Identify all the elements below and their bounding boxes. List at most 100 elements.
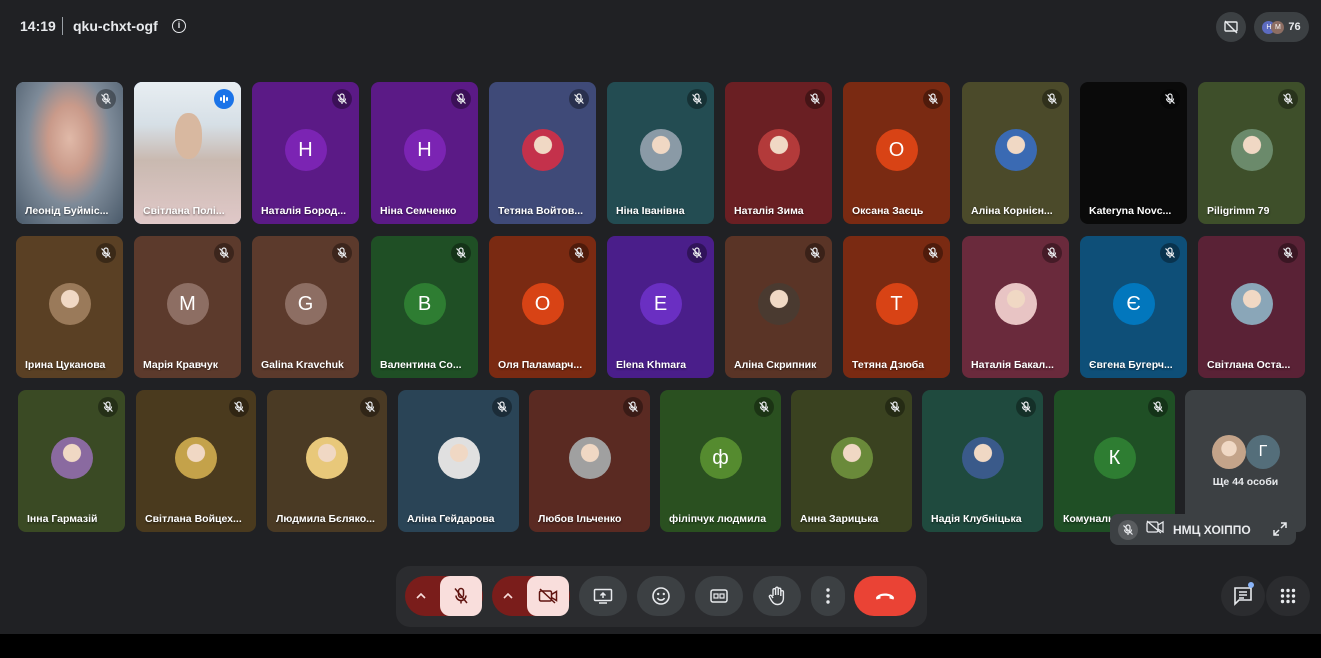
chat-button[interactable] bbox=[1221, 576, 1265, 616]
mic-off-icon bbox=[1160, 89, 1180, 109]
participant-name: Оля Паламарч... bbox=[498, 359, 583, 371]
participant-name: Валентина Со... bbox=[380, 359, 462, 371]
participant-initial-avatar: В bbox=[403, 283, 446, 325]
participant-name: Аліна Скрипник bbox=[734, 359, 817, 371]
mic-off-icon bbox=[805, 89, 825, 109]
participant-initial-avatar: Є bbox=[1112, 283, 1155, 325]
participant-tile[interactable]: Аліна Корнієн... bbox=[962, 82, 1069, 224]
participant-tile[interactable]: Леонід Буйміс... bbox=[16, 82, 123, 224]
mic-off-icon bbox=[360, 397, 380, 417]
video-options-button[interactable] bbox=[492, 576, 524, 616]
participant-tile[interactable]: G Galina Kravchuk bbox=[252, 236, 359, 378]
expand-icon[interactable] bbox=[1273, 522, 1287, 541]
participant-tile[interactable]: Kateryna Novc... bbox=[1080, 82, 1187, 224]
participant-name: Світлана Полі... bbox=[143, 205, 225, 217]
participant-photo-avatar bbox=[994, 283, 1037, 325]
participant-tile[interactable]: В Валентина Со... bbox=[371, 236, 478, 378]
info-icon[interactable]: i bbox=[172, 19, 186, 33]
participant-initial-avatar: О bbox=[875, 129, 918, 171]
participant-tile[interactable]: Інна Гармазій bbox=[18, 390, 125, 532]
participant-name: Наталія Бакал... bbox=[971, 359, 1054, 371]
participant-photo-avatar bbox=[639, 129, 682, 171]
more-options-button[interactable] bbox=[811, 576, 845, 616]
participants-button[interactable]: Н М 76 bbox=[1254, 12, 1309, 42]
participant-tile[interactable]: Надія Клубніцька bbox=[922, 390, 1043, 532]
camera-toggle-button[interactable] bbox=[527, 576, 569, 616]
participant-name: Інна Гармазій bbox=[27, 513, 98, 525]
participant-name: філіпчук людмила bbox=[669, 513, 767, 525]
participant-tile[interactable]: Н Ніна Семченко bbox=[371, 82, 478, 224]
mic-off-icon bbox=[332, 89, 352, 109]
participant-tile[interactable]: Ірина Цуканова bbox=[16, 236, 123, 378]
participant-name: Galina Kravchuk bbox=[261, 359, 344, 371]
raise-hand-button[interactable] bbox=[753, 576, 801, 616]
participant-name: Elena Khmara bbox=[616, 359, 687, 371]
participant-tile[interactable]: Анна Зарицька bbox=[791, 390, 912, 532]
participant-tile[interactable]: Світлана Войцех... bbox=[136, 390, 256, 532]
participant-tile[interactable]: Аліна Скрипник bbox=[725, 236, 832, 378]
participant-tile[interactable]: Е Elena Khmara bbox=[607, 236, 714, 378]
present-screen-button[interactable] bbox=[579, 576, 627, 616]
self-view[interactable]: НМЦ ХОІППО bbox=[1110, 514, 1296, 545]
apps-grid-icon bbox=[1280, 588, 1296, 604]
mic-toggle-button[interactable] bbox=[440, 576, 482, 616]
mic-off-icon bbox=[687, 89, 707, 109]
reactions-button[interactable] bbox=[637, 576, 685, 616]
present-icon bbox=[593, 588, 613, 604]
participant-name: Наталія Зима bbox=[734, 205, 804, 217]
participant-tile[interactable]: Аліна Гейдарова bbox=[398, 390, 519, 532]
more-participants-tile[interactable]: Г Ще 44 особи bbox=[1185, 390, 1306, 532]
participant-tile[interactable]: Т Тетяна Дзюба bbox=[843, 236, 950, 378]
participant-tile[interactable]: Є Євгена Бугерч... bbox=[1080, 236, 1187, 378]
hide-self-view-button[interactable] bbox=[1216, 12, 1246, 42]
participant-tile[interactable]: Н Наталія Бород... bbox=[252, 82, 359, 224]
participant-initial-avatar: G bbox=[284, 283, 327, 325]
participant-name: Kateryna Novc... bbox=[1089, 205, 1172, 217]
top-bar: 14:19 qku-chxt-ogf i Н М 76 bbox=[0, 0, 1321, 54]
participant-tile[interactable]: К Комунальн... bbox=[1054, 390, 1175, 532]
separator bbox=[62, 17, 63, 35]
participant-tile[interactable]: Ніна Іванівна bbox=[607, 82, 714, 224]
captions-button[interactable] bbox=[695, 576, 743, 616]
participant-photo-avatar bbox=[568, 437, 611, 479]
participant-tile[interactable]: М Марія Кравчук bbox=[134, 236, 241, 378]
unread-dot bbox=[1248, 582, 1254, 588]
participant-tile[interactable]: Тетяна Войтов... bbox=[489, 82, 596, 224]
control-bar bbox=[396, 566, 927, 627]
camera-off-icon bbox=[1146, 520, 1164, 539]
participant-initial-avatar: Г bbox=[1246, 435, 1280, 469]
participant-tile[interactable]: Світлана Оста... bbox=[1198, 236, 1305, 378]
participant-tile[interactable]: Любов Ільченко bbox=[529, 390, 650, 532]
audio-options-button[interactable] bbox=[405, 576, 437, 616]
participant-photo-avatar bbox=[48, 283, 91, 325]
mic-off-icon bbox=[1278, 243, 1298, 263]
chat-icon bbox=[1234, 587, 1252, 606]
participant-photo-avatar bbox=[1212, 435, 1246, 469]
mic-off-icon bbox=[1160, 243, 1180, 263]
mic-off-icon bbox=[98, 397, 118, 417]
participant-photo-avatar bbox=[994, 129, 1037, 171]
mic-off-icon bbox=[214, 243, 234, 263]
participant-tile[interactable]: ф філіпчук людмила bbox=[660, 390, 781, 532]
chevron-up-icon bbox=[503, 593, 513, 599]
clock: 14:19 bbox=[20, 18, 56, 34]
participant-tile[interactable]: Piligrimm 79 bbox=[1198, 82, 1305, 224]
leave-call-button[interactable] bbox=[854, 576, 916, 616]
participant-tile[interactable]: Світлана Полі... bbox=[134, 82, 241, 224]
participant-initial-avatar: ф bbox=[699, 437, 742, 479]
participant-name: Piligrimm 79 bbox=[1207, 205, 1270, 217]
participant-initial-avatar: Е bbox=[639, 283, 682, 325]
participant-initial-avatar: К bbox=[1093, 437, 1136, 479]
participant-tile[interactable]: Людмила Бєляко... bbox=[267, 390, 387, 532]
mic-off-icon bbox=[454, 587, 468, 604]
participant-tile[interactable]: О Оксана Заєць bbox=[843, 82, 950, 224]
mic-off-icon bbox=[229, 397, 249, 417]
participant-tile[interactable]: Наталія Бакал... bbox=[962, 236, 1069, 378]
participant-photo-avatar bbox=[757, 129, 800, 171]
mic-off-icon bbox=[885, 397, 905, 417]
bottom-strip bbox=[0, 634, 1321, 658]
participant-tile[interactable]: Наталія Зима bbox=[725, 82, 832, 224]
participant-tile[interactable]: О Оля Паламарч... bbox=[489, 236, 596, 378]
activities-button[interactable] bbox=[1266, 576, 1310, 616]
mic-off-icon bbox=[1042, 89, 1062, 109]
